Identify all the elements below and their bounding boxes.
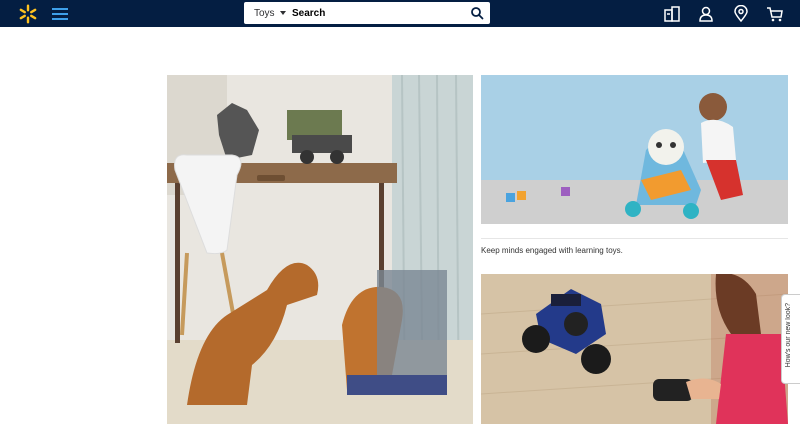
- feedback-label: How's our new look?: [785, 303, 792, 368]
- learning-toys-caption[interactable]: Keep minds engaged with learning toys.: [481, 246, 623, 255]
- dinosaur-toys-photo[interactable]: [167, 75, 473, 424]
- walmart-spark-icon[interactable]: [18, 4, 38, 24]
- baby-learning-walker-photo[interactable]: [481, 75, 788, 224]
- search-bar: Toys: [244, 2, 490, 24]
- search-icon[interactable]: [470, 6, 484, 20]
- reorder-icon[interactable]: [663, 5, 681, 23]
- search-input[interactable]: [292, 4, 462, 22]
- hamburger-menu-icon[interactable]: [51, 6, 69, 22]
- feedback-tab[interactable]: How's our new look?: [781, 294, 800, 384]
- cart-icon[interactable]: [766, 5, 784, 23]
- chevron-down-icon[interactable]: [280, 11, 286, 15]
- divider: [481, 238, 788, 239]
- department-select[interactable]: Toys: [254, 8, 275, 19]
- account-icon[interactable]: [697, 5, 715, 23]
- store-location-icon[interactable]: [732, 5, 750, 23]
- rc-truck-photo[interactable]: [481, 274, 788, 424]
- top-nav-bar: Toys: [0, 0, 800, 27]
